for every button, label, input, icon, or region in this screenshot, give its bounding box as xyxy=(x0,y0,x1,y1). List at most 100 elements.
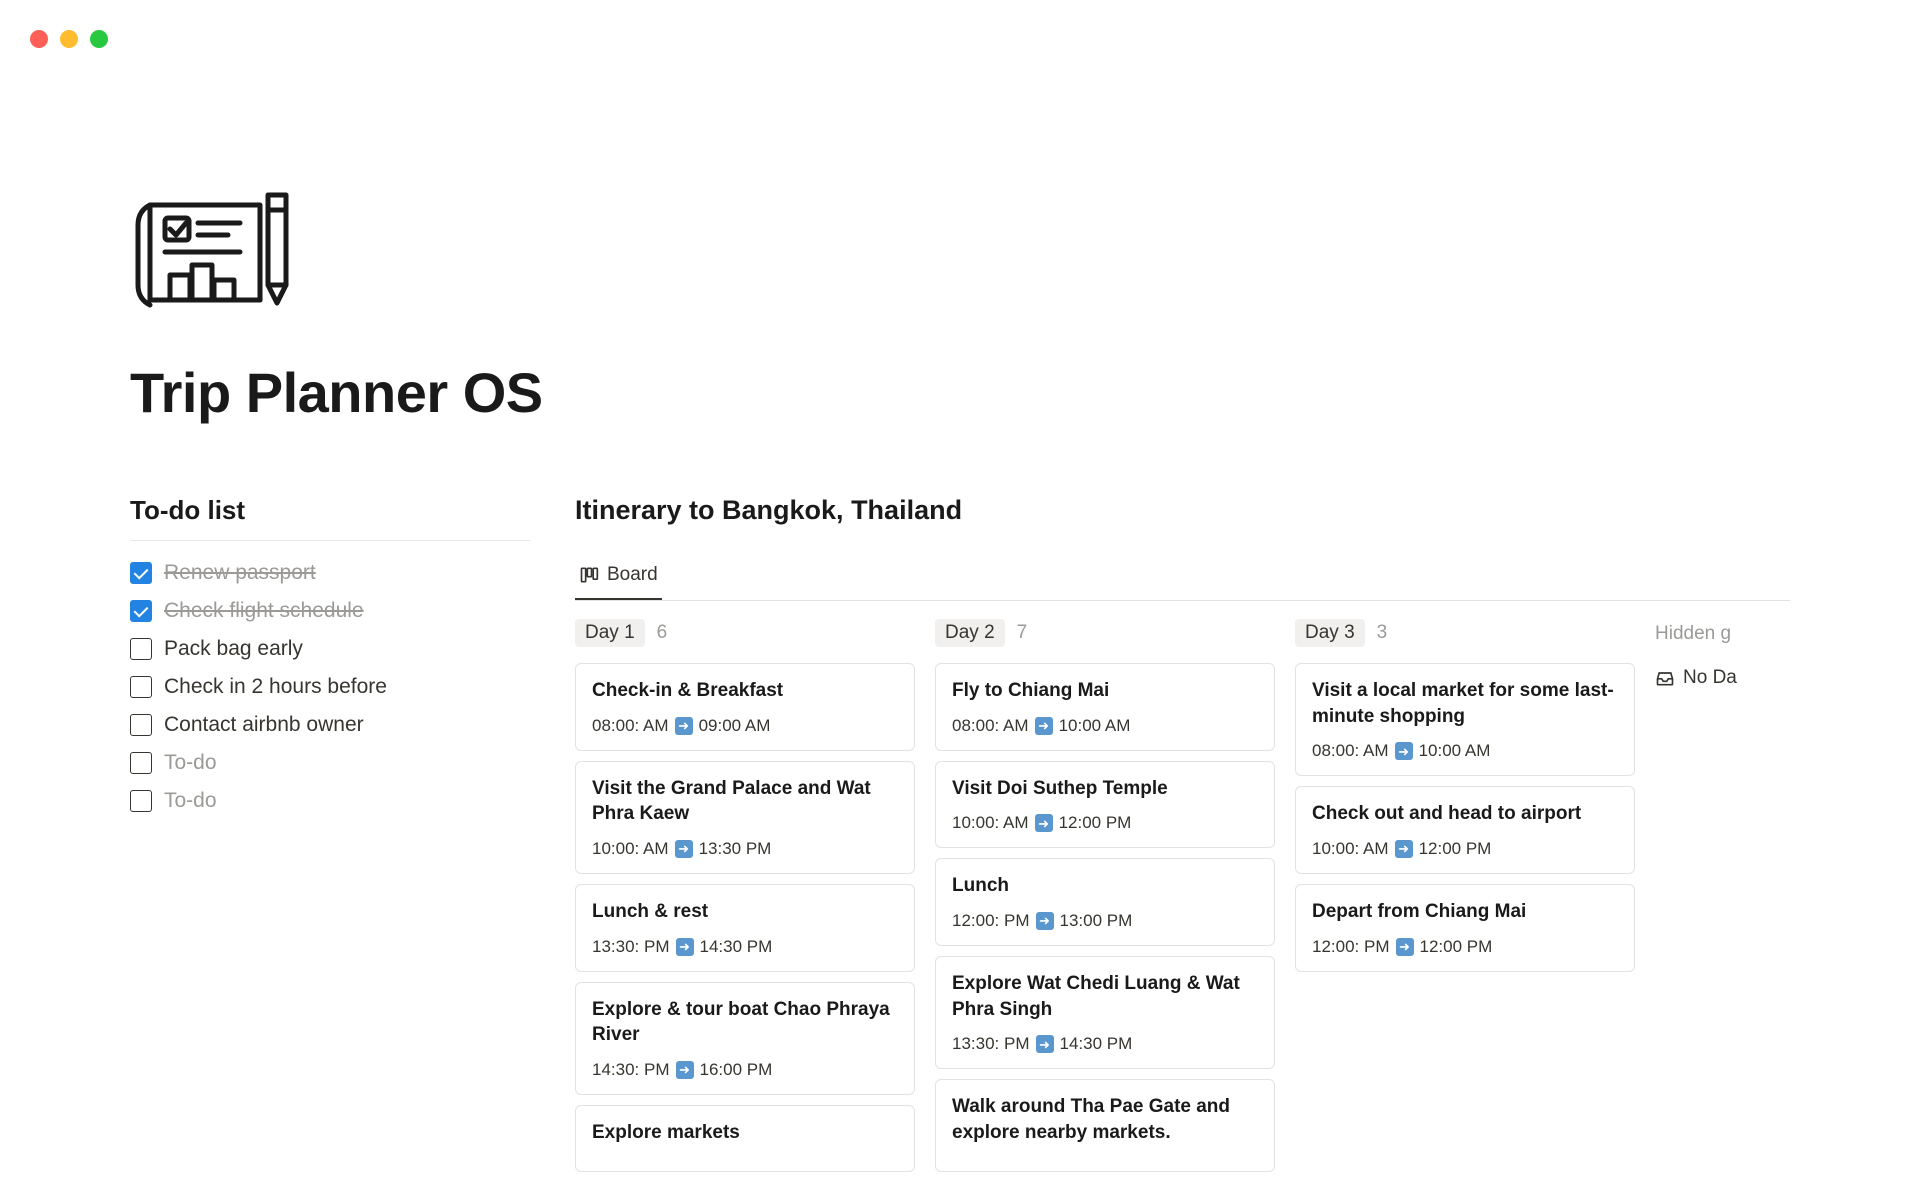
board-column-name: Day 3 xyxy=(1295,619,1365,647)
todo-item[interactable]: Check in 2 hours before xyxy=(130,675,530,699)
board-card[interactable]: Explore markets xyxy=(575,1105,915,1173)
card-title: Walk around Tha Pae Gate and explore nea… xyxy=(952,1094,1258,1145)
checkbox[interactable] xyxy=(130,562,152,584)
checkbox[interactable] xyxy=(130,752,152,774)
board-card[interactable]: Check out and head to airport10:00: AM➜1… xyxy=(1295,786,1635,874)
board-tabs: Board xyxy=(575,554,1790,601)
card-title: Check out and head to airport xyxy=(1312,801,1618,827)
checkbox[interactable] xyxy=(130,600,152,622)
card-time-start: 10:00: AM xyxy=(952,813,1029,833)
card-time-end: 14:30 PM xyxy=(700,937,773,957)
card-time-start: 12:00: PM xyxy=(1312,937,1390,957)
todo-label: To-do xyxy=(164,789,217,813)
card-time-end: 13:00 PM xyxy=(1060,911,1133,931)
checkbox[interactable] xyxy=(130,714,152,736)
board-card[interactable]: Check-in & Breakfast 08:00: AM ➜ 09:00 AM xyxy=(575,663,915,751)
board-card[interactable]: Lunch & rest13:30: PM➜14:30 PM xyxy=(575,884,915,972)
todo-label: Contact airbnb owner xyxy=(164,713,364,737)
board-column-header[interactable]: Day 2 7 xyxy=(935,619,1275,647)
board-icon xyxy=(579,565,599,585)
todo-item[interactable]: Check flight schedule xyxy=(130,599,530,623)
card-time-end: 12:00 PM xyxy=(1059,813,1132,833)
card-time-end: 13:30 PM xyxy=(699,839,772,859)
card-title: Explore & tour boat Chao Phraya River xyxy=(592,997,898,1048)
arrow-right-icon: ➜ xyxy=(1036,1035,1054,1053)
todo-label: Check flight schedule xyxy=(164,599,364,623)
board-card[interactable]: Fly to Chiang Mai08:00: AM➜10:00 AM xyxy=(935,663,1275,751)
card-time-start: 10:00: AM xyxy=(1312,839,1389,859)
todo-label: Check in 2 hours before xyxy=(164,675,387,699)
card-time-end: 12:00 PM xyxy=(1420,937,1493,957)
arrow-right-icon: ➜ xyxy=(1395,742,1413,760)
card-title: Lunch xyxy=(952,873,1258,899)
board-card[interactable]: Visit the Grand Palace and Wat Phra Kaew… xyxy=(575,761,915,874)
card-time-end: 10:00 AM xyxy=(1059,716,1131,736)
todo-item[interactable]: To-do xyxy=(130,789,530,813)
board-card[interactable]: Explore Wat Chedi Luang & Wat Phra Singh… xyxy=(935,956,1275,1069)
arrow-right-icon: ➜ xyxy=(1395,840,1413,858)
page-icon xyxy=(130,180,300,320)
board-card[interactable]: Visit Doi Suthep Temple10:00: AM➜12:00 P… xyxy=(935,761,1275,849)
card-title: Fly to Chiang Mai xyxy=(952,678,1258,704)
card-time: 13:30: PM➜14:30 PM xyxy=(952,1034,1258,1054)
card-title: Check-in & Breakfast xyxy=(592,678,898,704)
hidden-groups-label[interactable]: Hidden g xyxy=(1655,619,1790,645)
card-time-start: 08:00: AM xyxy=(592,716,669,736)
board-column: Day 16 Check-in & Breakfast 08:00: AM ➜ 09:0… xyxy=(575,619,915,1182)
card-title: Visit a local market for some last-minut… xyxy=(1312,678,1618,729)
board-card[interactable]: Depart from Chiang Mai 12:00: PM ➜ 12:00 PM xyxy=(1295,884,1635,972)
board-extra-column: Hidden g No Da xyxy=(1655,619,1790,1182)
board-column-name: Day 1 xyxy=(575,619,645,647)
card-title: Depart from Chiang Mai xyxy=(1312,899,1618,925)
board-card[interactable]: Explore & tour boat Chao Phraya River 14:… xyxy=(575,982,915,1095)
arrow-right-icon: ➜ xyxy=(675,840,693,858)
todo-list: Renew passport Check flight schedule Pack … xyxy=(130,561,530,813)
tab-board-label: Board xyxy=(607,564,658,586)
board-column-header[interactable]: Day 3 3 xyxy=(1295,619,1635,647)
board-column-count: 7 xyxy=(1017,622,1028,644)
card-time: 08:00: AM ➜ 10:00 AM xyxy=(1312,741,1618,761)
board-card[interactable]: Visit a local market for some last-minut… xyxy=(1295,663,1635,776)
no-data-label: No Da xyxy=(1683,667,1737,689)
checkbox[interactable] xyxy=(130,638,152,660)
checkbox[interactable] xyxy=(130,676,152,698)
todo-item[interactable]: Renew passport xyxy=(130,561,530,585)
window-controls[interactable] xyxy=(30,30,108,48)
board-card[interactable]: Lunch12:00: PM➜13:00 PM xyxy=(935,858,1275,946)
todo-label: To-do xyxy=(164,751,217,775)
card-time: 14:30: PM ➜ 16:00 PM xyxy=(592,1060,898,1080)
board: Day 16 Check-in & Breakfast 08:00: AM ➜ 09:0… xyxy=(575,619,1790,1182)
maximize-window-icon[interactable] xyxy=(90,30,108,48)
board-column-count: 3 xyxy=(1377,622,1388,644)
board-column: Day 3 3 Visit a local market for some last… xyxy=(1295,619,1635,1182)
inbox-icon xyxy=(1655,668,1675,688)
board-column-header[interactable]: Day 16 xyxy=(575,619,915,647)
arrow-right-icon: ➜ xyxy=(676,1061,694,1079)
card-time: 12:00: PM ➜ 12:00 PM xyxy=(1312,937,1618,957)
card-time-end: 14:30 PM xyxy=(1060,1034,1133,1054)
arrow-right-icon: ➜ xyxy=(1036,912,1054,930)
tab-board[interactable]: Board xyxy=(575,554,662,600)
board-card[interactable]: Walk around Tha Pae Gate and explore nea… xyxy=(935,1079,1275,1172)
card-title: Explore Wat Chedi Luang & Wat Phra Singh xyxy=(952,971,1258,1022)
card-time-end: 10:00 AM xyxy=(1419,741,1491,761)
arrow-right-icon: ➜ xyxy=(1396,938,1414,956)
checkbox[interactable] xyxy=(130,790,152,812)
card-time: 13:30: PM➜14:30 PM xyxy=(592,937,898,957)
no-data-group[interactable]: No Da xyxy=(1655,667,1790,689)
arrow-right-icon: ➜ xyxy=(675,717,693,735)
todo-label: Renew passport xyxy=(164,561,316,585)
card-time-end: 16:00 PM xyxy=(700,1060,773,1080)
minimize-window-icon[interactable] xyxy=(60,30,78,48)
board-column: Day 2 7 Fly to Chiang Mai08:00: AM➜10:00 A… xyxy=(935,619,1275,1182)
card-time-start: 08:00: AM xyxy=(1312,741,1389,761)
todo-item[interactable]: To-do xyxy=(130,751,530,775)
todo-item[interactable]: Pack bag early xyxy=(130,637,530,661)
board-column-name: Day 2 xyxy=(935,619,1005,647)
card-time: 12:00: PM➜13:00 PM xyxy=(952,911,1258,931)
close-window-icon[interactable] xyxy=(30,30,48,48)
card-time-start: 10:00: AM xyxy=(592,839,669,859)
todo-item[interactable]: Contact airbnb owner xyxy=(130,713,530,737)
card-time-end: 09:00 AM xyxy=(699,716,771,736)
card-time-start: 14:30: PM xyxy=(592,1060,670,1080)
